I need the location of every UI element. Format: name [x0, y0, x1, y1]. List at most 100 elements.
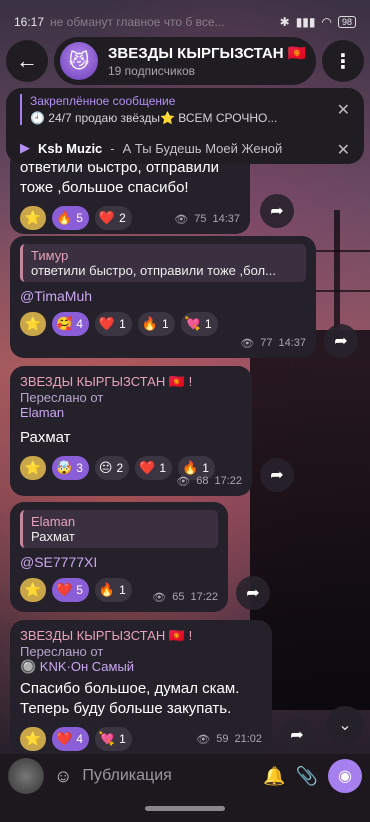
- more-vertical-icon: ⋮: [333, 50, 353, 73]
- reaction-count: 1: [119, 583, 126, 597]
- bell-icon[interactable]: 🔔: [263, 766, 285, 787]
- reaction-chip[interactable]: 🔥 1: [94, 578, 132, 602]
- eye-icon: 👁: [176, 476, 191, 488]
- home-indicator[interactable]: [145, 806, 225, 811]
- star-icon[interactable]: ⭐: [20, 578, 46, 602]
- star-icon[interactable]: ⭐: [20, 727, 46, 751]
- reply-author: Тимур: [31, 248, 69, 263]
- camera-button[interactable]: ◉: [328, 759, 362, 793]
- share-arrow-icon: ➦: [246, 585, 260, 602]
- eye-icon: 👁: [240, 338, 255, 350]
- pinned-label: Закреплённое сообщение: [30, 94, 176, 108]
- message-bubble[interactable]: Elaman Рахмат @SE7777XI ⭐ ❤️ 5 🔥 1 👁 65 …: [10, 502, 228, 612]
- reaction-chip[interactable]: 💘 1: [94, 727, 132, 751]
- reply-author: Elaman: [31, 514, 76, 529]
- battery-level: 98: [337, 16, 356, 28]
- forwarded-author[interactable]: Elaman: [20, 405, 242, 420]
- message-meta: 👁 65 17:22: [152, 591, 218, 604]
- heart-arrow-icon: 💘: [184, 316, 201, 331]
- system-nav-bar: [0, 798, 370, 822]
- share-button[interactable]: ➦: [324, 324, 358, 358]
- reaction-chip[interactable]: ❤️ 5: [52, 578, 89, 602]
- camera-icon: ◉: [338, 768, 352, 785]
- forwarded-label: Переслано от: [20, 644, 104, 659]
- star-icon[interactable]: ⭐: [20, 206, 46, 230]
- message-meta: 👁 68 17:22: [176, 475, 242, 488]
- fire-icon: 🔥: [141, 316, 158, 331]
- share-arrow-icon: ➦: [270, 203, 284, 220]
- reaction-count: 5: [76, 211, 83, 225]
- share-button[interactable]: ➦: [260, 458, 294, 492]
- channel-name[interactable]: ЗВЕЗДЫ КЫРГЫЗСТАН 🇰🇬 !: [20, 628, 262, 644]
- share-arrow-icon: ➦: [290, 727, 304, 744]
- message-composer: ☺ Публикация 🔔 📎 ◉: [0, 754, 370, 798]
- message-bubble[interactable]: ЗВЕЗДЫ КЫРГЫЗСТАН 🇰🇬 ! Переслано от Elam…: [10, 366, 252, 496]
- close-music-icon[interactable]: ✕: [337, 140, 350, 160]
- view-count: 68: [196, 475, 209, 487]
- status-ghost-text: не обманут главное что б все...: [50, 15, 225, 29]
- reaction-chip[interactable]: 🥰 4: [52, 312, 89, 336]
- reaction-chip[interactable]: ❤️ 1: [94, 312, 132, 336]
- message-time: 14:37: [278, 337, 306, 349]
- fire-icon: 🔥: [182, 460, 199, 475]
- channel-avatar[interactable]: 😼: [60, 42, 98, 80]
- heart-arrow-icon: 💘: [98, 731, 116, 746]
- signal-icon: ▮▮▮: [295, 15, 316, 29]
- reaction-chip[interactable]: 🤯 3: [52, 456, 89, 480]
- close-pinned-icon[interactable]: ✕: [337, 100, 350, 120]
- heart-icon: ❤️: [139, 460, 156, 475]
- music-title: А Ты Будешь Моей Женой: [122, 140, 283, 156]
- more-menu-button[interactable]: ⋮: [322, 40, 364, 82]
- message-text: Теперь буду больше закупать.: [20, 700, 232, 717]
- reaction-chip[interactable]: ❤️ 2: [94, 206, 132, 230]
- reaction-chip[interactable]: ❤️ 4: [52, 727, 89, 751]
- view-count: 75: [194, 213, 207, 225]
- mention-link[interactable]: @TimaMuh: [20, 288, 306, 304]
- pinned-message[interactable]: Закреплённое сообщение 🕘 24/7 продаю звё…: [20, 94, 320, 125]
- message-input[interactable]: Публикация: [82, 767, 253, 785]
- message-text: Рахмат: [20, 429, 71, 446]
- share-button[interactable]: ➦: [280, 718, 314, 752]
- heart-icon: ❤️: [56, 731, 73, 746]
- fire-icon: 🔥: [98, 582, 116, 597]
- mention-link[interactable]: @SE7777XI: [20, 554, 218, 570]
- reaction-count: 1: [119, 317, 126, 331]
- chat-header: ← 😼 ЗВЕЗДЫ КЫРГЫЗСТАН 🇰🇬 19 подписчиков …: [6, 34, 364, 88]
- reaction-chip[interactable]: ❤️ 1: [135, 456, 172, 480]
- send-as-avatar[interactable]: [8, 758, 44, 794]
- reply-preview[interactable]: Elaman Рахмат: [20, 510, 218, 548]
- message-time: 21:02: [234, 733, 262, 745]
- music-player-bar[interactable]: ▶ Ksb Muzic - А Ты Будешь Моей Женой: [20, 140, 282, 156]
- star-icon[interactable]: ⭐: [20, 456, 46, 480]
- emoji-icon[interactable]: ☺: [54, 766, 72, 787]
- paperclip-icon[interactable]: 📎: [296, 766, 318, 787]
- wifi-icon: ◠: [321, 15, 332, 29]
- forwarded-author[interactable]: 🔘 KNK·Он Самый: [20, 659, 262, 675]
- message-meta: 👁 59 21:02: [196, 733, 262, 746]
- play-icon[interactable]: ▶: [20, 140, 30, 156]
- share-arrow-icon: ➦: [270, 467, 284, 484]
- fire-icon: 🔥: [56, 210, 73, 225]
- music-artist: Ksb Muzic: [38, 140, 103, 156]
- share-button[interactable]: ➦: [236, 576, 270, 610]
- channel-title-pill[interactable]: 😼 ЗВЕЗДЫ КЫРГЫЗСТАН 🇰🇬 19 подписчиков: [54, 37, 316, 85]
- reaction-chip[interactable]: 🔥 1: [137, 312, 175, 336]
- forwarded-label: Переслано от: [20, 390, 104, 405]
- scroll-down-button[interactable]: ⌄: [326, 706, 364, 744]
- message-time: 17:22: [190, 591, 218, 603]
- reaction-count: 1: [202, 461, 209, 475]
- reaction-chip[interactable]: 💘 1: [180, 312, 218, 336]
- reaction-count: 2: [116, 461, 124, 475]
- reaction-chip[interactable]: 🔥 5: [52, 206, 89, 230]
- reply-preview[interactable]: Тимур ответили быстро, отправили тоже ,б…: [20, 244, 306, 282]
- star-icon[interactable]: ⭐: [20, 312, 46, 336]
- share-button[interactable]: ➦: [260, 194, 294, 228]
- reaction-chip[interactable]: 😐 2: [94, 456, 130, 480]
- reaction-count: 1: [119, 732, 126, 746]
- reaction-count: 5: [76, 583, 83, 597]
- back-button[interactable]: ←: [6, 40, 48, 82]
- eye-icon: 👁: [152, 592, 167, 604]
- message-bubble[interactable]: Тимур ответили быстро, отправили тоже ,б…: [10, 236, 316, 358]
- message-bubble[interactable]: ЗВЕЗДЫ КЫРГЫЗСТАН 🇰🇬 ! Переслано от 🔘 KN…: [10, 620, 272, 754]
- channel-name[interactable]: ЗВЕЗДЫ КЫРГЫЗСТАН 🇰🇬 !: [20, 374, 242, 390]
